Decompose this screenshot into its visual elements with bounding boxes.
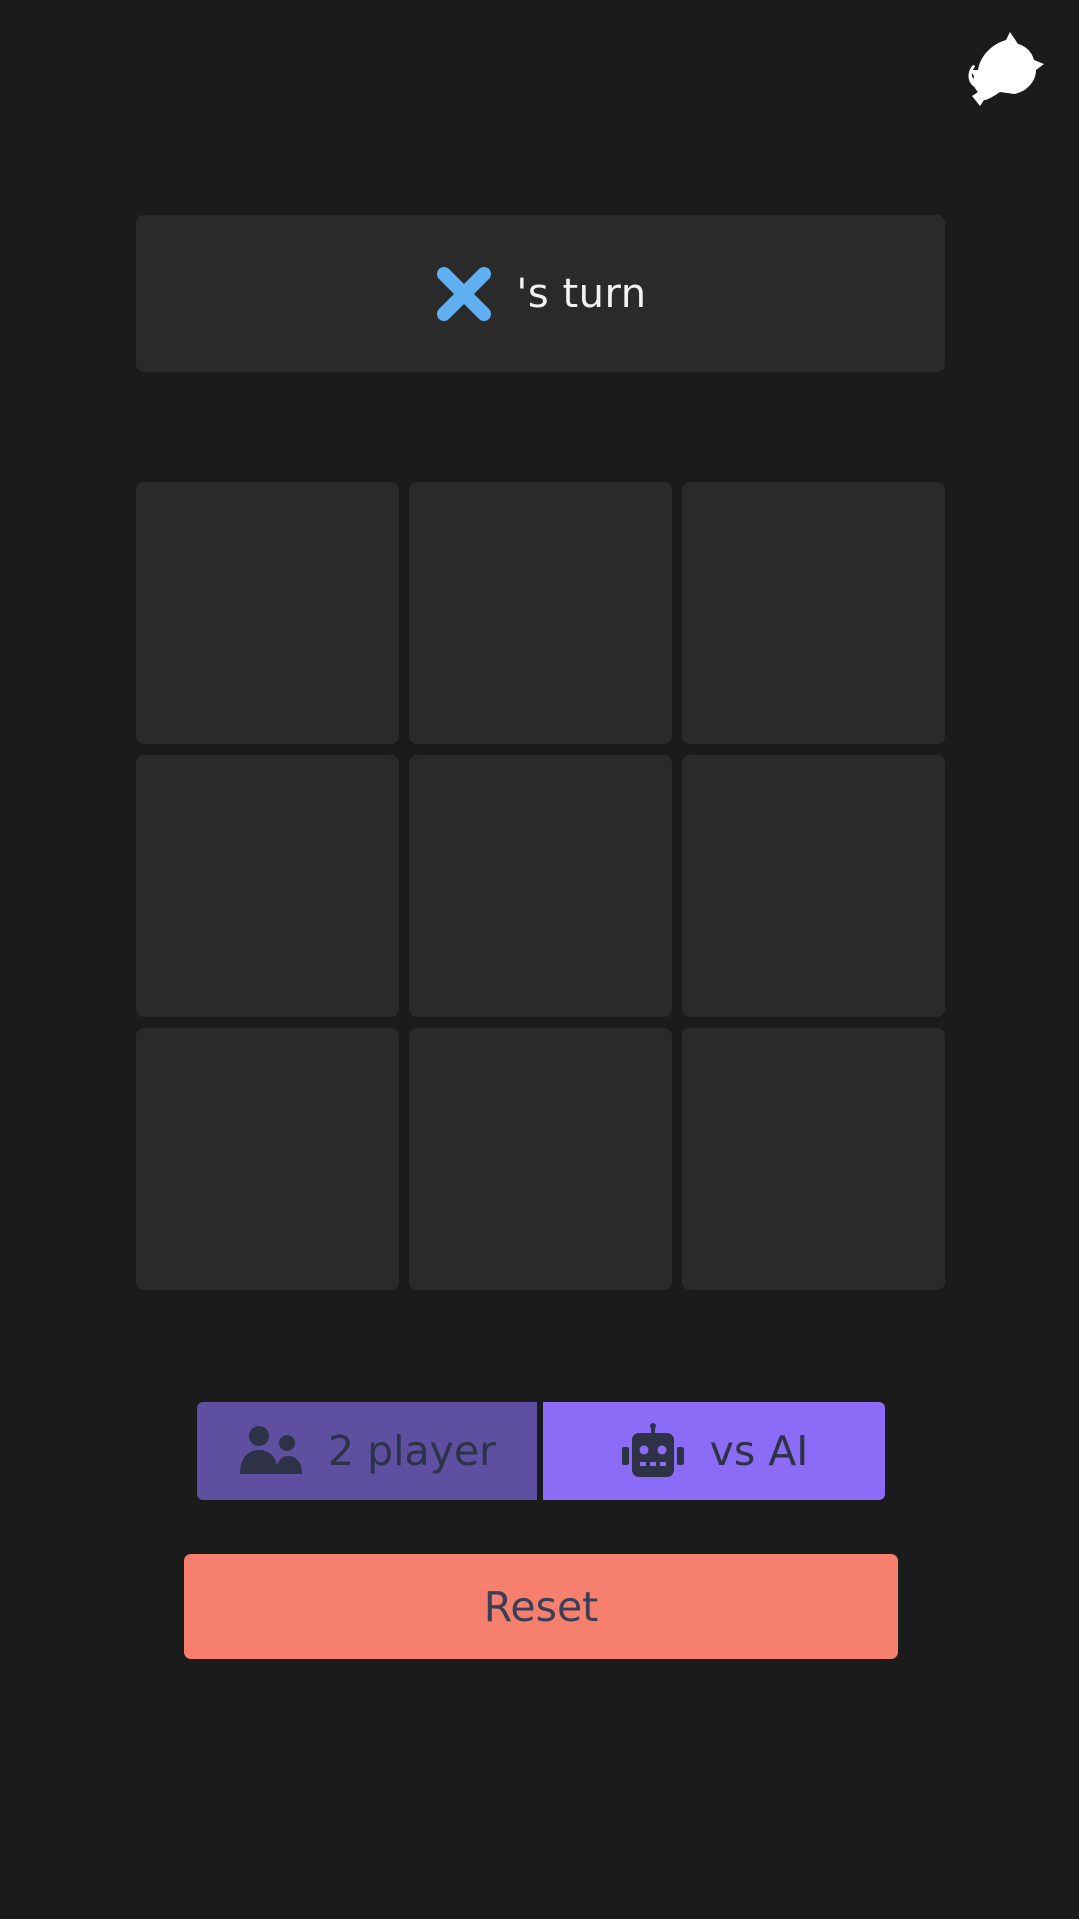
board-cell-3[interactable] (682, 482, 945, 744)
game-board (136, 482, 945, 1291)
board-cell-6[interactable] (682, 755, 945, 1017)
robot-icon (620, 1423, 686, 1479)
vs-ai-label: vs AI (709, 1427, 809, 1475)
turn-indicator: 's turn (136, 215, 945, 372)
two-player-button[interactable]: 2 player (197, 1402, 537, 1500)
board-cell-5[interactable] (409, 755, 672, 1017)
github-link[interactable] (962, 30, 1052, 120)
github-octocat-icon (968, 32, 1044, 106)
vs-ai-button[interactable]: vs AI (543, 1402, 885, 1500)
board-cell-2[interactable] (409, 482, 672, 744)
board-cell-7[interactable] (136, 1028, 399, 1290)
users-icon (238, 1426, 304, 1476)
reset-button[interactable]: Reset (184, 1554, 898, 1659)
game-mode-switch: 2 player vs AI (197, 1402, 885, 1500)
board-cell-9[interactable] (682, 1028, 945, 1290)
board-cell-1[interactable] (136, 482, 399, 744)
board-cell-4[interactable] (136, 755, 399, 1017)
two-player-label: 2 player (327, 1427, 496, 1475)
turn-text: 's turn (516, 270, 647, 317)
board-cell-8[interactable] (409, 1028, 672, 1290)
x-mark-icon (434, 264, 494, 324)
app-root: 's turn 2 player vs AI Reset (0, 0, 1079, 1919)
